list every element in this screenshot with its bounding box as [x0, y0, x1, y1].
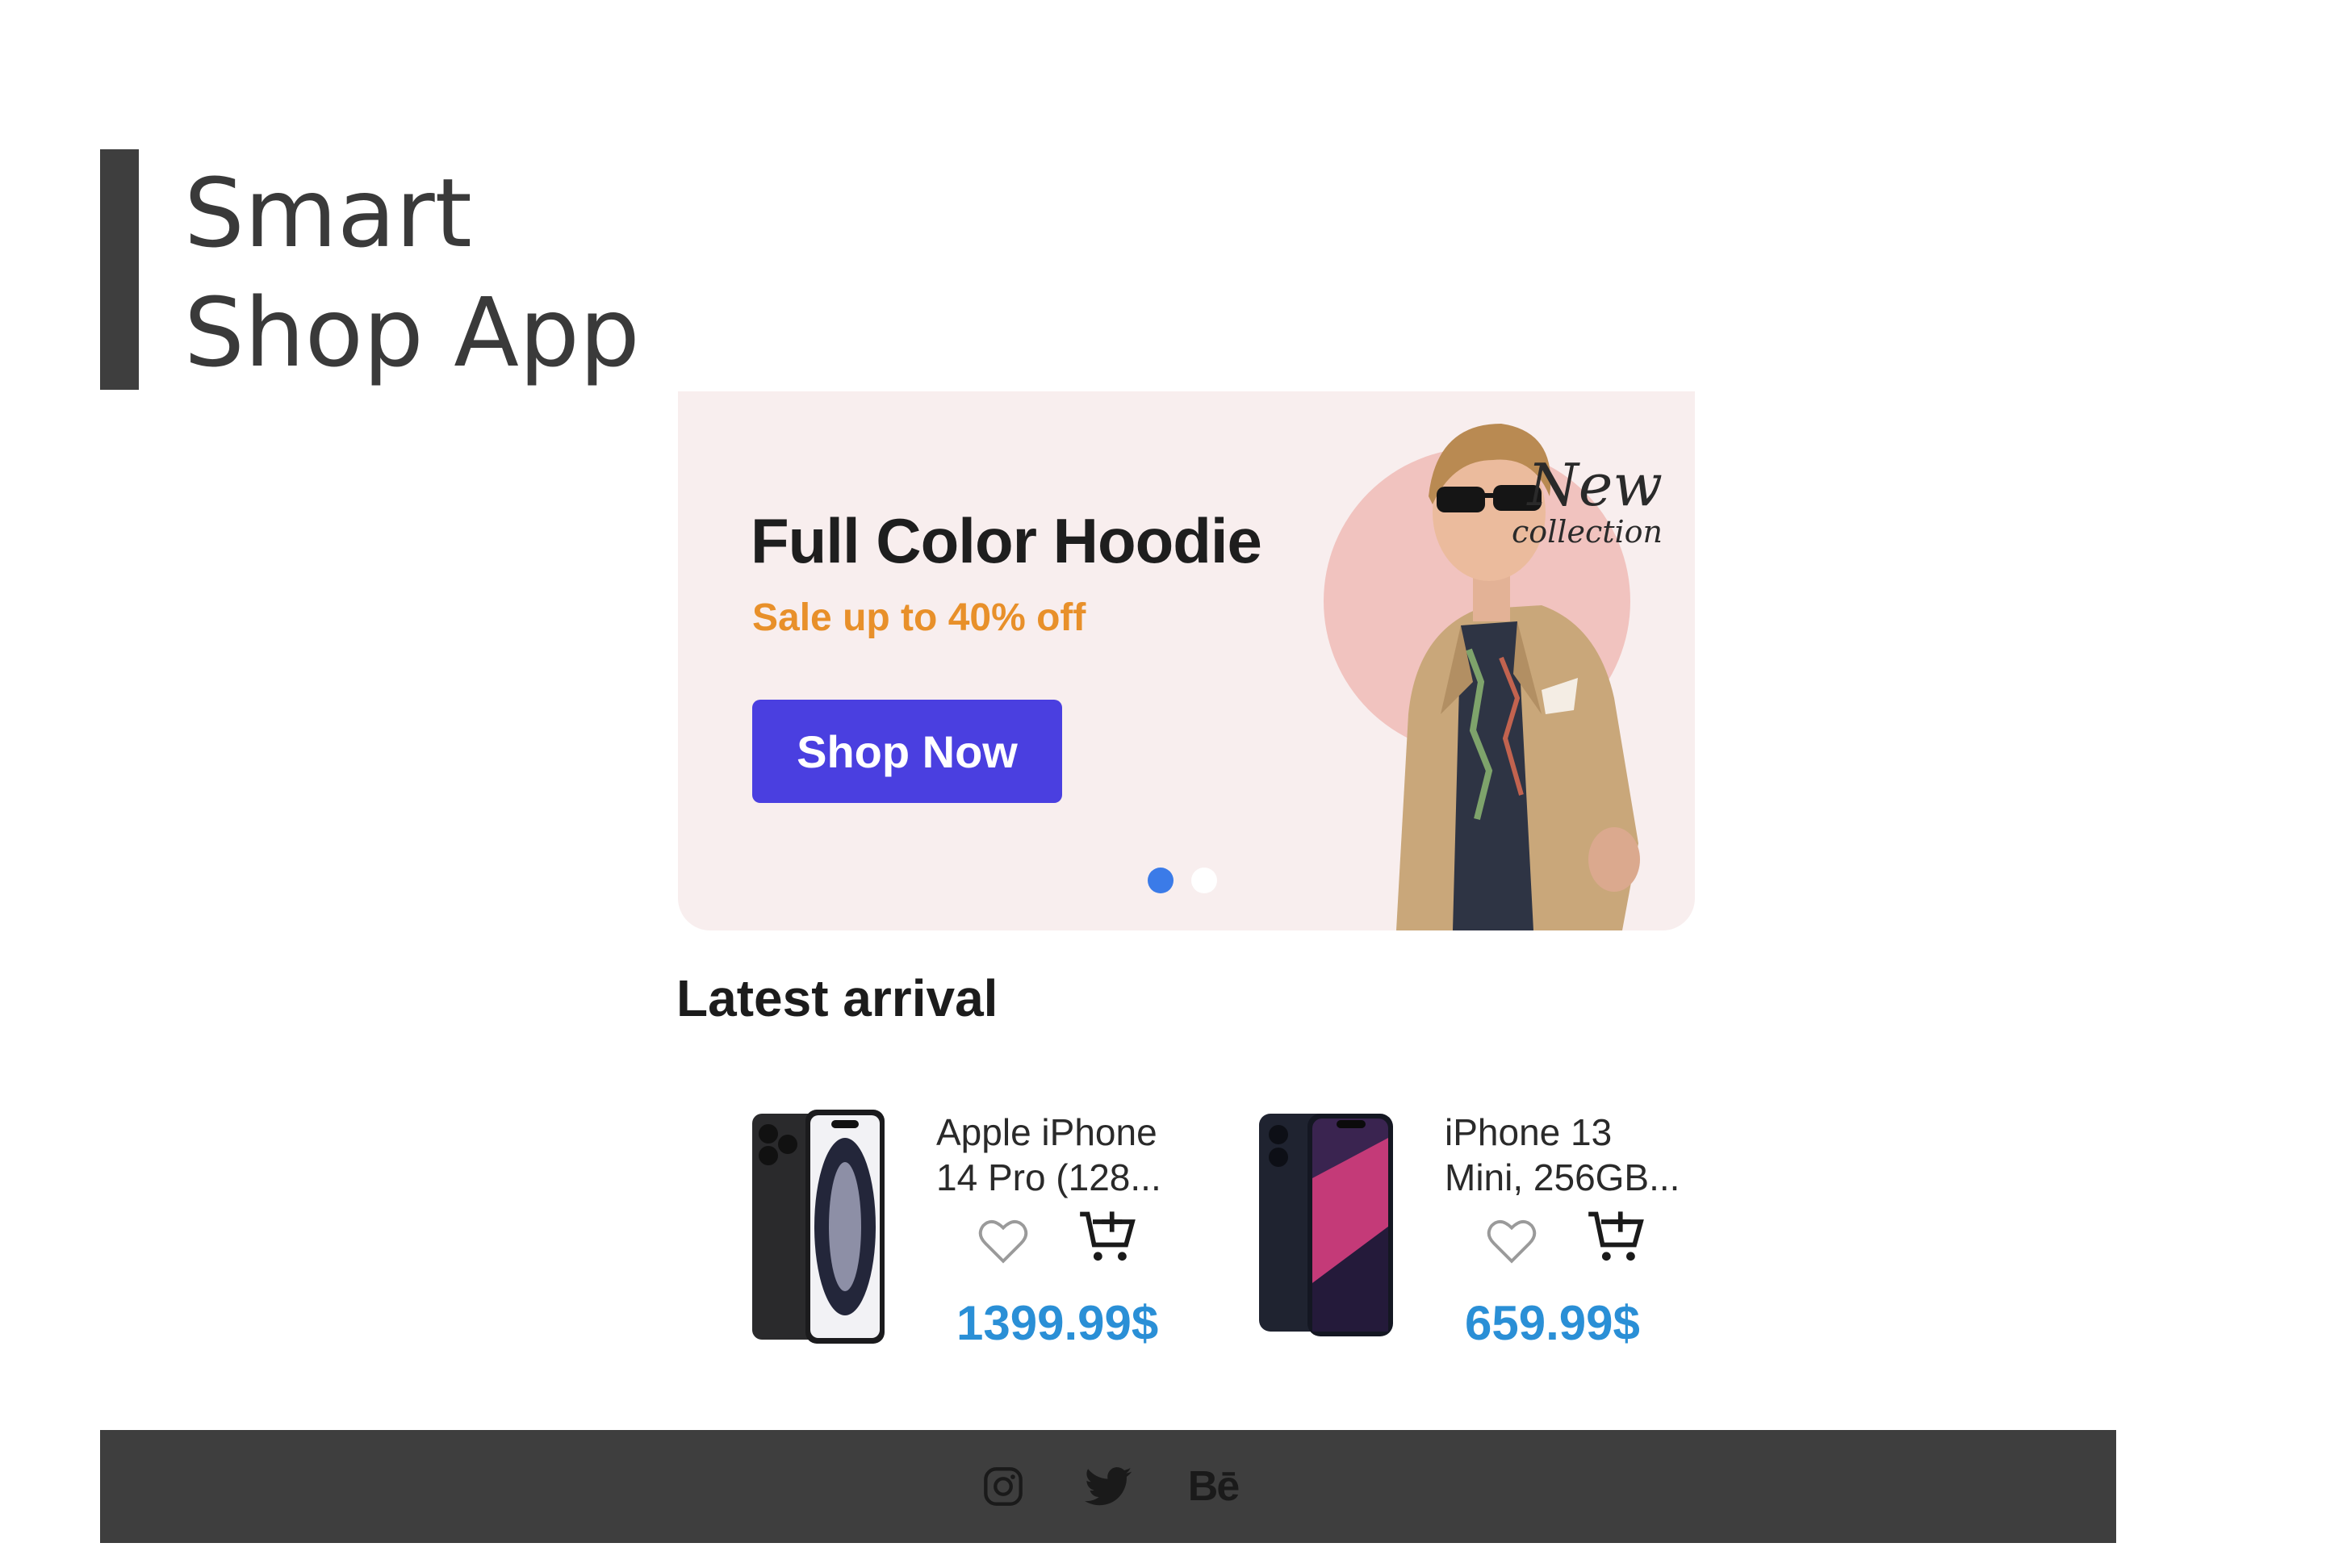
page-title-line1: Smart	[184, 157, 472, 269]
banner-sale-text: Sale up to 40% off	[752, 596, 1086, 639]
product-card[interactable]: iPhone 13 Mini, 256GB... 659.99$	[1251, 1093, 1735, 1376]
heart-icon[interactable]	[1485, 1215, 1538, 1268]
script-line1: New	[1527, 451, 1663, 519]
product-price: 659.99$	[1465, 1296, 1640, 1350]
title-accent-bar	[100, 149, 139, 390]
product-name-line1: iPhone 13	[1445, 1111, 1613, 1153]
page: Smart Shop App Full Color Hoodie Sale up…	[0, 0, 2347, 1568]
new-collection-script: New collection	[1512, 456, 1663, 550]
product-name-line1: Apple iPhone	[936, 1111, 1157, 1153]
add-to-cart-icon[interactable]	[1586, 1206, 1647, 1268]
instagram-icon[interactable]	[979, 1462, 1027, 1511]
script-line2: collection	[1511, 514, 1663, 550]
carousel-dot-1[interactable]	[1148, 868, 1174, 893]
shop-now-button[interactable]: Shop Now	[752, 700, 1062, 803]
add-to-cart-icon[interactable]	[1077, 1206, 1139, 1268]
product-name-line2: 14 Pro (128...	[936, 1156, 1161, 1198]
carousel-dots	[1148, 868, 1217, 893]
product-name-line2: Mini, 256GB...	[1445, 1156, 1680, 1198]
carousel-dot-2[interactable]	[1191, 868, 1217, 893]
page-title-line2: Shop App	[184, 277, 640, 388]
iphone-14-pro-image	[752, 1110, 885, 1344]
page-title: Smart Shop App	[184, 153, 640, 392]
product-card[interactable]: Apple iPhone 14 Pro (128... 1399.99$	[743, 1093, 1227, 1376]
footer-bar: Bē	[100, 1430, 2116, 1543]
banner-headline: Full Color Hoodie	[751, 505, 1262, 576]
section-title-latest-arrival: Latest arrival	[676, 969, 998, 1027]
product-name[interactable]: Apple iPhone 14 Pro (128...	[936, 1110, 1178, 1200]
heart-icon[interactable]	[977, 1215, 1030, 1268]
twitter-icon[interactable]	[1084, 1462, 1132, 1511]
iphone-13-mini-image	[1259, 1114, 1393, 1336]
behance-icon[interactable]: Bē	[1188, 1462, 1240, 1511]
product-price: 1399.99$	[956, 1296, 1159, 1350]
promo-banner[interactable]: Full Color Hoodie Sale up to 40% off Sho…	[678, 391, 1695, 930]
product-name[interactable]: iPhone 13 Mini, 256GB...	[1445, 1110, 1687, 1200]
